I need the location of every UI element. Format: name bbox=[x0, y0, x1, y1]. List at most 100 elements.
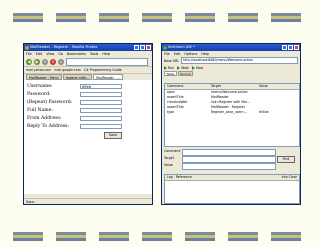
cell-command: type bbox=[167, 110, 175, 114]
menu-go[interactable]: Go bbox=[58, 51, 63, 57]
tab-reference[interactable]: Reference bbox=[176, 175, 192, 180]
bookmarks-toolbar: mail.yahoo.com mail.google.com C# Progra… bbox=[24, 67, 152, 74]
decorative-tile bbox=[99, 232, 129, 241]
password-label: Password: bbox=[27, 92, 51, 97]
repeat-password-input[interactable] bbox=[80, 99, 122, 105]
decorative-tile bbox=[142, 232, 172, 241]
minimize-button[interactable] bbox=[282, 45, 287, 50]
run-button[interactable]: Run bbox=[164, 65, 174, 70]
menu-bookmarks[interactable]: Bookmarks bbox=[67, 51, 86, 57]
username-input[interactable]: tiffetr bbox=[80, 83, 122, 89]
from-address-label: From Address: bbox=[27, 116, 62, 121]
decorative-tile bbox=[271, 13, 301, 22]
ide-toolbar: Run Walk Step bbox=[162, 64, 300, 71]
full-name-input[interactable] bbox=[80, 107, 122, 113]
form-row-repeat-password: (Repeat) Password: bbox=[27, 99, 151, 106]
base-url-label: Base URL bbox=[164, 58, 180, 63]
decorative-tile bbox=[185, 232, 215, 241]
minimize-button[interactable] bbox=[134, 45, 139, 50]
walk-button[interactable]: Walk bbox=[177, 65, 189, 70]
decorative-tile bbox=[13, 232, 43, 241]
column-header-target[interactable]: Target bbox=[211, 84, 259, 89]
step-button[interactable]: Step bbox=[191, 65, 204, 70]
menu-tools[interactable]: Tools bbox=[90, 51, 98, 57]
bookmark-item[interactable]: mail.yahoo.com bbox=[26, 67, 51, 73]
command-editor: Command Target Find Value bbox=[164, 148, 298, 170]
firefox-titlebar[interactable]: MailReader - Register - Mozilla Firefox bbox=[24, 44, 152, 51]
clear-button[interactable]: Clear bbox=[289, 175, 297, 179]
full-name-label: Full Name: bbox=[27, 108, 53, 113]
value-input[interactable] bbox=[182, 163, 276, 170]
form-row-full-name: Full Name: bbox=[27, 107, 151, 114]
firefox-title: MailReader - Register - Mozilla Firefox bbox=[30, 45, 98, 49]
close-button[interactable] bbox=[146, 45, 151, 50]
log-pane: Log Reference Info Clear bbox=[164, 174, 300, 204]
info-dropdown[interactable]: Info bbox=[282, 175, 288, 179]
selenium-icon bbox=[163, 45, 167, 50]
play-icon bbox=[164, 65, 167, 70]
decorative-tile bbox=[56, 232, 86, 241]
password-input[interactable] bbox=[80, 91, 122, 97]
save-button[interactable]: Save bbox=[104, 132, 122, 139]
bookmark-item[interactable]: mail.google.com bbox=[54, 67, 80, 73]
ide-tabs: Table Source bbox=[162, 71, 300, 76]
base-url-input[interactable]: http://localhost:8080/menu/Welcome.actio… bbox=[181, 57, 298, 64]
menu-view[interactable]: View bbox=[46, 51, 54, 57]
base-url-row: Base URL http://localhost:8080/menu/Welc… bbox=[162, 57, 300, 64]
target-field-row: Target Find bbox=[164, 155, 298, 163]
form-row-reply-to: Reply To Address: bbox=[27, 123, 151, 130]
forward-icon[interactable]: ▶ bbox=[34, 58, 40, 65]
bookmark-item[interactable]: C# Programming Guide bbox=[84, 67, 122, 73]
reply-to-label: Reply To Address: bbox=[27, 124, 69, 129]
command-label: Command bbox=[164, 149, 181, 153]
table-row[interactable]: type Register_save_usern... trillian bbox=[165, 110, 299, 115]
decorative-tile bbox=[56, 13, 86, 22]
menu-file[interactable]: File bbox=[26, 51, 32, 57]
decorative-tile bbox=[228, 232, 258, 241]
navigation-toolbar: ◀ ▶ ↻ × ⌂ bbox=[24, 57, 152, 67]
close-button[interactable] bbox=[294, 45, 299, 50]
walk-label: Walk bbox=[181, 65, 189, 70]
menu-file[interactable]: File bbox=[164, 51, 170, 57]
form-row-username: Username: tiffetr bbox=[27, 83, 151, 90]
play-icon bbox=[191, 65, 195, 70]
home-icon[interactable]: ⌂ bbox=[58, 58, 64, 65]
play-icon bbox=[177, 65, 181, 70]
value-label: Value bbox=[164, 163, 173, 167]
tab-log[interactable]: Log bbox=[167, 175, 173, 180]
maximize-button[interactable] bbox=[140, 45, 145, 50]
selenium-ide-window: Selenium IDE * File Edit Options Help Ba… bbox=[161, 43, 301, 205]
username-label: Username: bbox=[27, 84, 53, 89]
from-address-input[interactable] bbox=[80, 115, 122, 121]
cell-value: trillian bbox=[259, 110, 270, 114]
reload-icon[interactable]: ↻ bbox=[42, 58, 48, 65]
decorative-tile bbox=[185, 13, 215, 22]
maximize-button[interactable] bbox=[288, 45, 293, 50]
page-content: Username: tiffetr Password: (Repeat) Pas… bbox=[24, 80, 152, 194]
tab-table[interactable]: Table bbox=[164, 71, 177, 76]
menu-help[interactable]: Help bbox=[102, 51, 110, 57]
column-header-value[interactable]: Value bbox=[259, 84, 299, 89]
stop-icon[interactable]: × bbox=[50, 58, 56, 65]
decorative-tile bbox=[13, 13, 43, 22]
tab-source[interactable]: Source bbox=[177, 71, 194, 76]
repeat-password-label: (Repeat) Password: bbox=[27, 100, 73, 105]
bottom-decorative-tile-bar bbox=[0, 232, 320, 241]
log-controls: Info Clear bbox=[282, 175, 299, 180]
cell-target: Register_save_usern... bbox=[211, 110, 247, 114]
menu-edit[interactable]: Edit bbox=[36, 51, 43, 57]
decorative-tile bbox=[99, 13, 129, 22]
firefox-window: MailReader - Register - Mozilla Firefox … bbox=[23, 43, 153, 205]
address-bar[interactable] bbox=[66, 57, 148, 66]
decorative-tile bbox=[142, 13, 172, 22]
status-bar: Done bbox=[24, 198, 152, 204]
back-icon[interactable]: ◀ bbox=[26, 58, 32, 65]
log-tabs: Log Reference Info Clear bbox=[165, 175, 299, 181]
step-label: Step bbox=[195, 65, 204, 70]
top-decorative-tile-bar bbox=[0, 13, 320, 22]
menu-edit[interactable]: Edit bbox=[174, 51, 181, 57]
decorative-tile bbox=[271, 232, 301, 241]
column-header-command[interactable]: Command bbox=[165, 84, 211, 89]
ide-titlebar[interactable]: Selenium IDE * bbox=[162, 44, 300, 51]
reply-to-input[interactable] bbox=[80, 123, 122, 129]
